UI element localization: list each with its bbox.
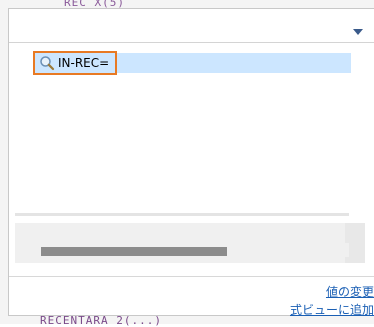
chevron-down-icon[interactable] bbox=[353, 29, 363, 35]
search-icon bbox=[39, 55, 55, 71]
change-value-link[interactable]: 値の変更 bbox=[326, 283, 374, 300]
pane-separator bbox=[15, 213, 349, 216]
horizontal-scrollbar[interactable] bbox=[15, 243, 349, 257]
tree-row-selected[interactable]: IN-REC= bbox=[33, 51, 351, 75]
tree-item-in-rec[interactable]: IN-REC= bbox=[33, 51, 118, 75]
add-to-watch-link[interactable]: 式ビューに追加 bbox=[290, 301, 374, 318]
variable-tree: IN-REC= bbox=[9, 43, 374, 211]
data-tip-popup: IN-REC= 値の変更 式ビューに追加 bbox=[8, 8, 374, 318]
footer-divider bbox=[9, 276, 374, 277]
expression-dropdown[interactable] bbox=[9, 9, 374, 43]
tree-item-label: IN-REC= bbox=[58, 56, 110, 70]
scrollbar-thumb[interactable] bbox=[41, 247, 227, 256]
